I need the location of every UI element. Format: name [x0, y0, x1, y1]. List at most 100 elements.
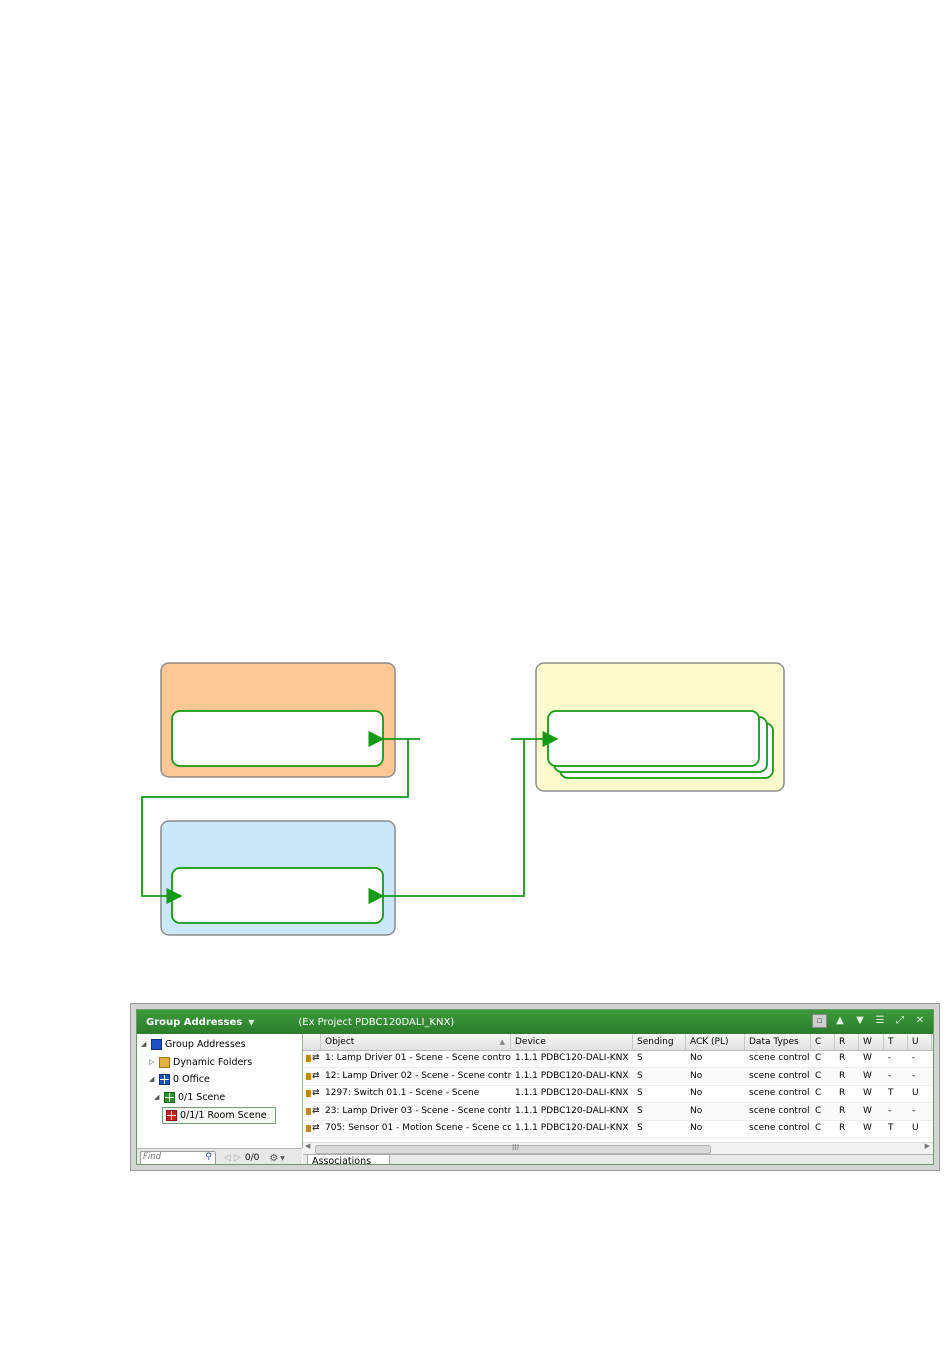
cell-c: C: [815, 1053, 822, 1063]
cell-ack: No: [690, 1070, 703, 1081]
cell-object: 1: Lamp Driver 01 - Scene - Scene contro…: [325, 1053, 511, 1063]
table-row[interactable]: ⇄ 23: Lamp Driver 03 - Scene - Scene cont…: [303, 1102, 933, 1121]
expand-arrow-icon[interactable]: ◢: [149, 1072, 159, 1087]
cell-c: C: [815, 1070, 822, 1081]
cell-r: R: [839, 1053, 846, 1063]
group-object-icon: ⇄: [306, 1071, 320, 1082]
column-header-u[interactable]: U: [908, 1034, 932, 1050]
associations-table: Object ▲ Device Sending ACK (PL) Data Ty…: [303, 1034, 933, 1142]
cell-c: C: [815, 1123, 822, 1133]
cell-r: R: [839, 1070, 846, 1081]
group-address-tree: ◢ Group Addresses ▷ Dynamic Folders ◢ 0 …: [137, 1034, 303, 1148]
prev-result-icon[interactable]: ◁: [224, 1153, 231, 1163]
group-object-icon: ⇄: [306, 1106, 320, 1117]
cell-object: 1297: Switch 01.1 - Scene - Scene: [325, 1088, 480, 1098]
column-header-ack[interactable]: ACK (PL): [686, 1034, 745, 1050]
cell-u: -: [912, 1105, 916, 1116]
cell-c: C: [815, 1105, 822, 1116]
group-object-icon: ⇄: [306, 1123, 320, 1134]
cell-t: T: [888, 1088, 894, 1098]
dynamic-folders-icon: [159, 1057, 170, 1068]
down-arrow-icon[interactable]: ▼: [853, 1014, 867, 1028]
cell-ack: No: [690, 1105, 703, 1116]
cell-u: U: [912, 1123, 919, 1133]
expand-arrow-icon[interactable]: ◢: [141, 1037, 151, 1052]
cell-sending: S: [637, 1053, 643, 1063]
object-box-yellow-1: [547, 710, 760, 767]
close-icon[interactable]: ✕: [913, 1014, 927, 1028]
expand-arrow-icon[interactable]: ◢: [154, 1090, 164, 1105]
cell-data-types: scene control: [749, 1088, 810, 1098]
ets-window: Group Addresses ▼ (Ex Project PDBC120DAL…: [130, 1003, 940, 1171]
column-header-object[interactable]: Object ▲: [321, 1034, 511, 1050]
cell-data-types: scene control: [749, 1105, 810, 1116]
collapse-arrow-icon[interactable]: ▷: [149, 1055, 159, 1070]
column-header-data-types[interactable]: Data Types: [745, 1034, 811, 1050]
panel-title[interactable]: Group Addresses: [146, 1017, 242, 1028]
table-row[interactable]: ⇄ 1297: Switch 01.1 - Scene - Scene 1.1.1 …: [303, 1085, 933, 1103]
cell-t: -: [888, 1053, 892, 1063]
cell-sending: S: [637, 1070, 643, 1081]
column-header-sending[interactable]: Sending: [633, 1034, 686, 1050]
tree-item-scene[interactable]: ◢ 0/1 Scene: [154, 1090, 225, 1105]
find-input[interactable]: [141, 1151, 201, 1163]
column-header-w[interactable]: W: [859, 1034, 884, 1050]
cell-device: 1.1.1 PDBC120-DALI-KNX: [515, 1070, 629, 1081]
column-header-device[interactable]: Device: [511, 1034, 633, 1050]
tree-item-dynamic-folders[interactable]: ▷ Dynamic Folders: [149, 1055, 252, 1070]
column-header-r[interactable]: R: [835, 1034, 859, 1050]
tree-item-office[interactable]: ◢ 0 Office: [149, 1072, 210, 1087]
tree-item-label: Dynamic Folders: [173, 1057, 253, 1068]
cell-sending: S: [637, 1123, 643, 1133]
cell-ack: No: [690, 1123, 703, 1133]
cell-u: -: [912, 1053, 916, 1063]
cell-u: U: [912, 1088, 919, 1098]
cell-w: W: [863, 1053, 872, 1063]
tree-item-label: 0/1/1 Room Scene: [180, 1110, 267, 1121]
cell-device: 1.1.1 PDBC120-DALI-KNX: [515, 1088, 629, 1098]
scroll-right-icon[interactable]: ▶: [925, 1142, 930, 1150]
tree-item-room-scene[interactable]: 0/1/1 Room Scene: [162, 1107, 276, 1124]
column-header-t[interactable]: T: [884, 1034, 908, 1050]
title-dropdown-icon[interactable]: ▼: [248, 1018, 254, 1027]
main-group-icon: [159, 1074, 170, 1085]
table-row[interactable]: ⇄ 1: Lamp Driver 01 - Scene - Scene contr…: [303, 1050, 933, 1068]
title-tools: ▫ ▲ ▼ ☰ ⤢ ✕: [812, 1014, 927, 1028]
find-box: ⚲: [140, 1150, 216, 1164]
gear-icon[interactable]: ⚙: [269, 1153, 278, 1164]
table-row[interactable]: ⇄ 12: Lamp Driver 02 - Scene - Scene cont…: [303, 1067, 933, 1086]
scroll-thumb[interactable]: III: [315, 1143, 711, 1154]
cell-object: 705: Sensor 01 - Motion Scene - Scene co…: [325, 1123, 511, 1133]
cell-object: 12: Lamp Driver 02 - Scene - Scene contr…: [325, 1070, 511, 1081]
cell-c: C: [815, 1088, 822, 1098]
cell-r: R: [839, 1105, 846, 1116]
table-row[interactable]: ⇄ 705: Sensor 01 - Motion Scene - Scene c…: [303, 1120, 933, 1138]
group-object-icon: ⇄: [306, 1053, 320, 1064]
table-header: Object ▲ Device Sending ACK (PL) Data Ty…: [303, 1034, 933, 1051]
restore-icon[interactable]: ▫: [812, 1014, 827, 1028]
search-icon[interactable]: ⚲: [205, 1152, 212, 1162]
scroll-left-icon[interactable]: ◀: [305, 1142, 310, 1150]
cell-data-types: scene control: [749, 1123, 810, 1133]
object-box-blue: [171, 867, 384, 924]
scroll-grip: III: [512, 1143, 520, 1152]
column-header-c[interactable]: C: [811, 1034, 835, 1050]
tree-item-label: Group Addresses: [165, 1039, 246, 1050]
group-address-icon: [166, 1110, 177, 1121]
tree-item-group-addresses[interactable]: ◢ Group Addresses: [141, 1037, 246, 1052]
connector-blue-to-yellow: [383, 739, 525, 897]
window-panel: Group Addresses ▼ (Ex Project PDBC120DAL…: [136, 1009, 934, 1165]
next-result-icon[interactable]: ▷: [234, 1153, 241, 1163]
tab-associations[interactable]: Associations: [307, 1155, 391, 1164]
menu-icon[interactable]: ☰: [873, 1014, 887, 1028]
cell-device: 1.1.1 PDBC120-DALI-KNX: [515, 1123, 629, 1133]
up-arrow-icon[interactable]: ▲: [833, 1014, 847, 1028]
sort-ascending-icon: ▲: [499, 1038, 505, 1046]
cell-r: R: [839, 1088, 846, 1098]
cell-t: -: [888, 1070, 892, 1081]
title-bar: Group Addresses ▼ (Ex Project PDBC120DAL…: [137, 1010, 933, 1034]
gear-dropdown-icon[interactable]: ▼: [280, 1155, 285, 1162]
cell-sending: S: [637, 1088, 643, 1098]
group-object-icon: ⇄: [306, 1088, 320, 1099]
maximize-icon[interactable]: ⤢: [893, 1014, 907, 1028]
